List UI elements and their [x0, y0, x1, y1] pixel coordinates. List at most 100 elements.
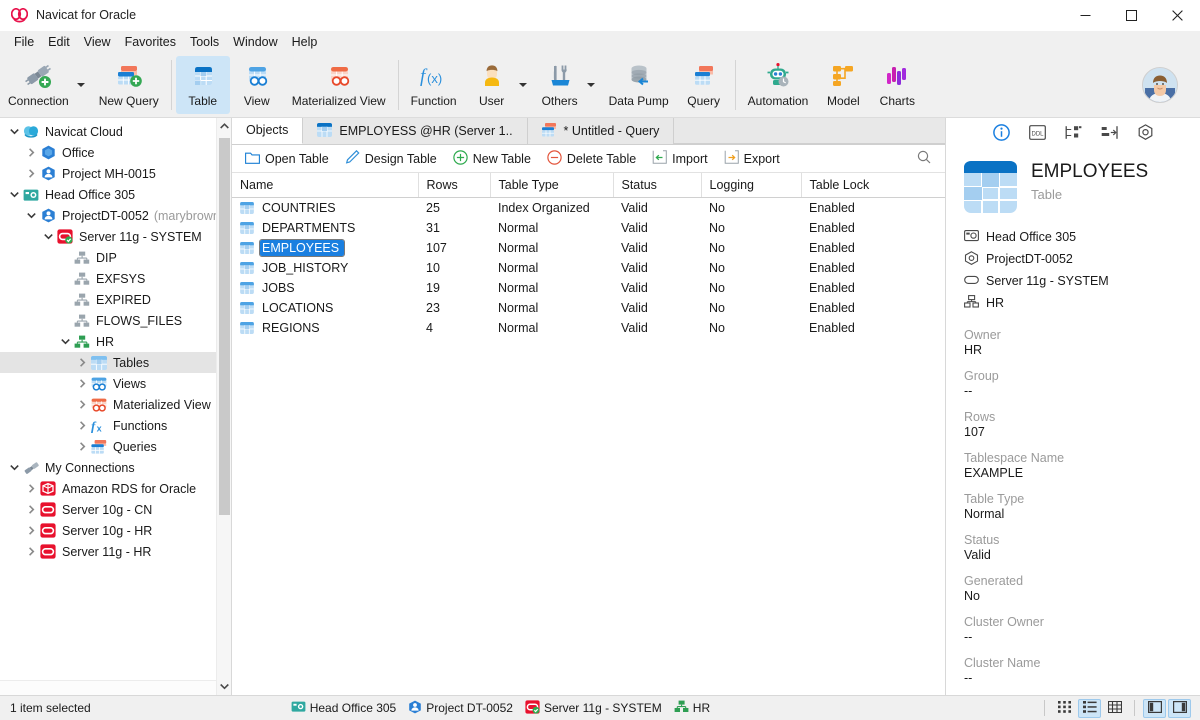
chevron-right-icon[interactable]	[23, 547, 39, 556]
menu-view[interactable]: View	[77, 32, 118, 52]
chevron-down-icon[interactable]	[6, 464, 22, 471]
toolbar-button-query[interactable]: Query	[677, 56, 731, 114]
menu-file[interactable]: File	[7, 32, 41, 52]
search-button[interactable]	[909, 147, 939, 170]
maximize-button[interactable]	[1108, 0, 1154, 31]
menu-tools[interactable]: Tools	[183, 32, 226, 52]
toolbar-button-model[interactable]: Model	[816, 56, 870, 114]
grid-view-button[interactable]	[1053, 699, 1076, 718]
sidebar-horizontal-scrollbar[interactable]	[0, 680, 217, 695]
chevron-right-icon[interactable]	[23, 484, 39, 493]
chevron-right-icon[interactable]	[74, 442, 90, 451]
toolbar-button-others[interactable]: Others	[533, 56, 587, 114]
sidebar-item-tables[interactable]: Tables	[0, 352, 231, 373]
sidebar-item-server-11g-hr[interactable]: Server 11g - HR	[0, 541, 231, 562]
user-avatar[interactable]	[1142, 67, 1178, 103]
menu-help[interactable]: Help	[285, 32, 325, 52]
new-table-button[interactable]: New Table	[446, 147, 538, 171]
export-button[interactable]: Export	[717, 147, 787, 170]
minimize-button[interactable]	[1062, 0, 1108, 31]
chevron-right-icon[interactable]	[23, 169, 39, 178]
table-row[interactable]: REGIONS 4 Normal Valid No Enabled	[232, 318, 945, 338]
detail-view-button[interactable]	[1103, 699, 1126, 718]
sidebar-item-functions[interactable]: f x Functions	[0, 415, 231, 436]
column-header-logging[interactable]: Logging	[701, 173, 802, 198]
chevron-down-icon[interactable]	[57, 338, 73, 345]
sidebar-item-my-connections[interactable]: My Connections	[0, 457, 231, 478]
open-table-button[interactable]: Open Table	[238, 148, 336, 170]
design-table-button[interactable]: Design Table	[338, 147, 444, 170]
chevron-right-icon[interactable]	[74, 400, 90, 409]
column-header-name[interactable]: Name	[232, 173, 419, 198]
others-dropdown-caret[interactable]	[586, 56, 601, 114]
scrollbar-thumb[interactable]	[219, 138, 230, 515]
chevron-right-icon[interactable]	[74, 379, 90, 388]
column-header-status[interactable]: Status	[613, 173, 702, 198]
sidebar-item-hr[interactable]: HR	[0, 331, 231, 352]
er-diagram-icon[interactable]	[1063, 123, 1083, 143]
delete-table-button[interactable]: Delete Table	[540, 147, 643, 171]
toolbar-button-connection[interactable]: Connection	[0, 56, 77, 114]
table-row[interactable]: COUNTRIES 25 Index Organized Valid No Enabled	[232, 197, 945, 218]
object-list-grid[interactable]: Name Rows Table Type Status Logging Tabl…	[232, 173, 945, 695]
toolbar-button-user[interactable]: User	[465, 56, 519, 114]
user-dropdown-caret[interactable]	[518, 56, 533, 114]
list-view-button[interactable]	[1078, 698, 1101, 718]
toolbar-button-view[interactable]: View	[230, 56, 284, 114]
chevron-down-icon[interactable]	[40, 233, 56, 240]
column-header-table-type[interactable]: Table Type	[490, 173, 614, 198]
tab-untitled-query[interactable]: * Untitled - Query	[527, 118, 675, 144]
chevron-right-icon[interactable]	[74, 358, 90, 367]
sidebar-item-materialized-view[interactable]: Materialized View	[0, 394, 231, 415]
sidebar-item-dip[interactable]: DIP	[0, 247, 231, 268]
chevron-right-icon[interactable]	[23, 148, 39, 157]
scroll-up-arrow-icon[interactable]	[217, 118, 231, 135]
connection-dropdown-caret[interactable]	[76, 56, 91, 114]
sidebar-item-views[interactable]: Views	[0, 373, 231, 394]
ddl-icon[interactable]: DDL	[1027, 123, 1047, 143]
sidebar-item-server-11g-system[interactable]: Server 11g - SYSTEM	[0, 226, 231, 247]
table-row[interactable]: JOBS 19 Normal Valid No Enabled	[232, 278, 945, 298]
toolbar-button-function[interactable]: f (x) Function	[403, 56, 465, 114]
chevron-right-icon[interactable]	[74, 421, 90, 430]
sidebar-vertical-scrollbar[interactable]	[216, 118, 231, 695]
sidebar-item-server-10g-cn[interactable]: Server 10g - CN	[0, 499, 231, 520]
tab-employess-hr[interactable]: EMPLOYESS @HR (Server 1..	[303, 118, 528, 144]
tab-objects[interactable]: Objects	[232, 117, 304, 144]
hexagon-gear-icon[interactable]	[1135, 123, 1155, 143]
toolbar-button-charts[interactable]: Charts	[870, 56, 924, 114]
close-button[interactable]	[1154, 0, 1200, 31]
sidebar-item-server-10g-hr[interactable]: Server 10g - HR	[0, 520, 231, 541]
toolbar-button-automation[interactable]: Automation	[740, 56, 817, 114]
table-row[interactable]: JOB_HISTORY 10 Normal Valid No Enabled	[232, 258, 945, 278]
chevron-right-icon[interactable]	[23, 505, 39, 514]
sidebar-item-project-mh-0015[interactable]: Project MH-0015	[0, 163, 231, 184]
toolbar-button-new-query[interactable]: New Query	[91, 56, 167, 114]
table-row[interactable]: LOCATIONS 23 Normal Valid No Enabled	[232, 298, 945, 318]
table-row[interactable]: EMPLOYEES 107 Normal Valid No Enabled	[232, 238, 945, 258]
import-button[interactable]: Import	[645, 147, 714, 170]
sidebar-item-exfsys[interactable]: EXFSYS	[0, 268, 231, 289]
menu-favorites[interactable]: Favorites	[118, 32, 183, 52]
sidebar-item-office[interactable]: Office	[0, 142, 231, 163]
sidebar-item-navicat-cloud[interactable]: Navicat Cloud	[0, 121, 231, 142]
sidebar-item-flows-files[interactable]: FLOWS_FILES	[0, 310, 231, 331]
sidebar-item-expired[interactable]: EXPIRED	[0, 289, 231, 310]
toolbar-button-data-pump[interactable]: Data Pump	[601, 56, 677, 114]
preview-icon[interactable]	[1099, 123, 1119, 143]
table-row[interactable]: DEPARTMENTS 31 Normal Valid No Enabled	[232, 218, 945, 238]
menu-window[interactable]: Window	[226, 32, 284, 52]
toolbar-button-table[interactable]: Table	[175, 56, 230, 114]
sidebar-item-head-office-305[interactable]: Head Office 305	[0, 184, 231, 205]
menu-edit[interactable]: Edit	[41, 32, 77, 52]
sidebar-item-amazon-rds-for-oracle[interactable]: Amazon RDS for Oracle	[0, 478, 231, 499]
toggle-right-panel-button[interactable]	[1168, 698, 1191, 718]
info-circle-icon[interactable]	[991, 123, 1011, 143]
toolbar-button-materialized-view[interactable]: Materialized View	[284, 56, 394, 114]
sidebar-item-queries[interactable]: Queries	[0, 436, 231, 457]
chevron-down-icon[interactable]	[23, 212, 39, 219]
chevron-down-icon[interactable]	[6, 191, 22, 198]
chevron-down-icon[interactable]	[6, 128, 22, 135]
toggle-left-panel-button[interactable]	[1143, 698, 1166, 718]
scroll-down-arrow-icon[interactable]	[217, 678, 231, 695]
